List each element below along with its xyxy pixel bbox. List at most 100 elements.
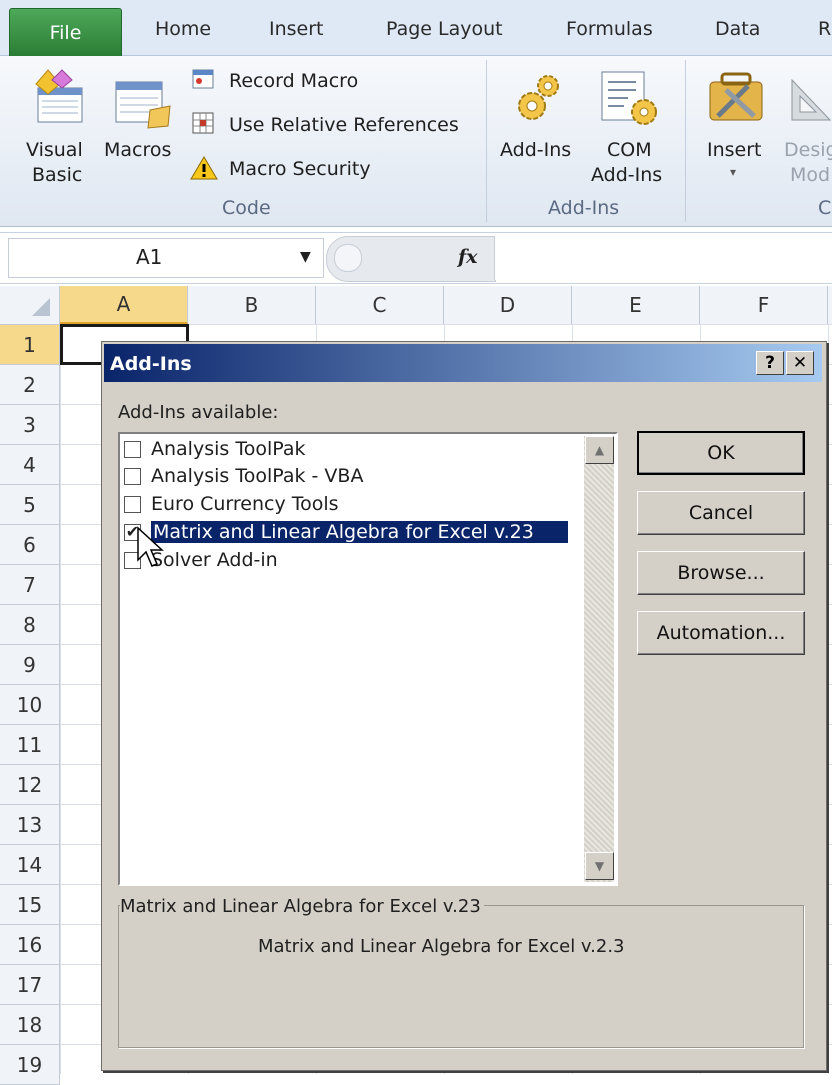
row-header[interactable]: 9 bbox=[0, 645, 60, 685]
com-add-ins-button[interactable] bbox=[598, 70, 662, 130]
browse-button[interactable]: Browse... bbox=[637, 551, 805, 595]
dialog-title: Add-Ins bbox=[110, 353, 192, 375]
add-ins-button[interactable] bbox=[514, 72, 566, 124]
column-header-e[interactable]: E bbox=[572, 286, 700, 324]
column-header-b[interactable]: B bbox=[188, 286, 316, 324]
dialog-title-bar[interactable] bbox=[104, 344, 822, 382]
tab-file[interactable]: File bbox=[9, 8, 122, 56]
insert-control-label: Insert bbox=[707, 139, 762, 161]
add-ins-group-label: Add-Ins bbox=[548, 197, 620, 219]
row-header[interactable]: 4 bbox=[0, 445, 60, 485]
relative-references-icon bbox=[192, 112, 214, 134]
scroll-down-button[interactable]: ▼ bbox=[585, 852, 614, 880]
record-macro-button[interactable]: Record Macro bbox=[229, 69, 358, 93]
row-header[interactable]: 16 bbox=[0, 925, 60, 965]
list-item[interactable]: Euro Currency Tools bbox=[124, 491, 339, 517]
list-item[interactable]: Analysis ToolPak - VBA bbox=[124, 463, 363, 489]
list-item-label: Euro Currency Tools bbox=[151, 493, 339, 515]
visual-basic-button[interactable] bbox=[26, 66, 90, 126]
scroll-up-button[interactable]: ▲ bbox=[585, 436, 614, 464]
design-mode-button[interactable] bbox=[788, 70, 832, 126]
automation-button[interactable]: Automation... bbox=[637, 611, 805, 655]
close-button[interactable]: ✕ bbox=[786, 351, 814, 375]
row-header[interactable]: 19 bbox=[0, 1045, 60, 1085]
description-groupbox bbox=[118, 905, 804, 1048]
tab-page-layout[interactable]: Page Layout bbox=[386, 18, 503, 40]
row-header[interactable]: 2 bbox=[0, 365, 60, 405]
row-header[interactable]: 11 bbox=[0, 725, 60, 765]
checkbox[interactable] bbox=[124, 467, 141, 485]
checkbox[interactable] bbox=[124, 440, 141, 458]
macro-security-button[interactable]: Macro Security bbox=[229, 157, 371, 181]
tab-home[interactable]: Home bbox=[155, 18, 211, 40]
design-mode-label-1: Desig bbox=[784, 139, 832, 161]
column-header-d[interactable]: D bbox=[444, 286, 572, 324]
help-button[interactable]: ? bbox=[756, 351, 784, 375]
list-item-label: Matrix and Linear Algebra for Excel v.23 bbox=[150, 520, 569, 544]
use-relative-references-button[interactable]: Use Relative References bbox=[229, 113, 459, 137]
name-box-value: A1 bbox=[136, 245, 163, 269]
name-box[interactable] bbox=[8, 238, 324, 278]
toolbox-icon bbox=[709, 72, 763, 121]
visual-basic-label-2: Basic bbox=[32, 164, 83, 186]
insert-function-button[interactable]: fx bbox=[458, 245, 478, 269]
row-header[interactable]: 17 bbox=[0, 965, 60, 1005]
macros-label: Macros bbox=[104, 139, 172, 161]
list-item-label: Analysis ToolPak - VBA bbox=[151, 465, 364, 487]
mouse-cursor-icon bbox=[136, 526, 164, 572]
description-title: Matrix and Linear Algebra for Excel v.23 bbox=[120, 895, 484, 919]
row-header[interactable]: 10 bbox=[0, 685, 60, 725]
row-header[interactable]: 5 bbox=[0, 485, 60, 525]
listbox-scrollbar[interactable] bbox=[584, 436, 614, 882]
design-mode-label-2: Mod bbox=[790, 164, 831, 186]
row-header[interactable]: 1 bbox=[0, 325, 60, 365]
name-box-dropdown-icon[interactable]: ▼ bbox=[300, 245, 311, 269]
checkbox[interactable] bbox=[124, 495, 141, 513]
row-header[interactable]: 13 bbox=[0, 805, 60, 845]
row-header[interactable]: 7 bbox=[0, 565, 60, 605]
group-separator bbox=[685, 60, 686, 222]
ok-button[interactable]: OK bbox=[637, 431, 805, 475]
record-macro-icon bbox=[192, 68, 214, 90]
tab-insert[interactable]: Insert bbox=[269, 18, 324, 40]
tab-review[interactable]: R bbox=[818, 18, 831, 40]
visual-basic-label-1: Visual bbox=[26, 139, 83, 161]
tab-formulas[interactable]: Formulas bbox=[566, 18, 653, 40]
expand-icon[interactable] bbox=[334, 244, 362, 272]
description-text: Matrix and Linear Algebra for Excel v.2.… bbox=[258, 936, 625, 957]
row-header[interactable]: 15 bbox=[0, 885, 60, 925]
macros-icon bbox=[115, 81, 171, 129]
formula-input[interactable] bbox=[494, 236, 832, 280]
controls-group-label: C bbox=[818, 197, 832, 219]
cancel-button[interactable]: Cancel bbox=[637, 491, 805, 535]
code-group-label: Code bbox=[222, 197, 271, 219]
row-header[interactable]: 3 bbox=[0, 405, 60, 445]
list-item-label: Analysis ToolPak bbox=[151, 438, 306, 460]
warning-icon bbox=[190, 155, 218, 181]
com-label-1: COM bbox=[607, 139, 652, 161]
gears-icon bbox=[518, 75, 559, 120]
group-separator bbox=[486, 60, 487, 222]
com-add-ins-icon bbox=[601, 71, 657, 125]
column-header-f[interactable]: F bbox=[700, 286, 828, 324]
design-mode-icon bbox=[791, 78, 832, 121]
add-ins-label: Add-Ins bbox=[500, 139, 572, 161]
chevron-down-icon: ▾ bbox=[730, 165, 737, 179]
list-item[interactable]: Analysis ToolPak bbox=[124, 436, 305, 462]
tab-data[interactable]: Data bbox=[715, 18, 760, 40]
select-all-button[interactable] bbox=[0, 286, 60, 324]
column-header-a[interactable]: A bbox=[60, 286, 188, 324]
macros-button[interactable] bbox=[112, 76, 174, 132]
list-item-label: Solver Add-in bbox=[151, 549, 278, 571]
visual-basic-icon bbox=[35, 69, 83, 123]
insert-control-button[interactable] bbox=[704, 66, 768, 128]
row-header[interactable]: 14 bbox=[0, 845, 60, 885]
add-ins-available-label: Add-Ins available: bbox=[118, 402, 279, 423]
column-header-c[interactable]: C bbox=[316, 286, 444, 324]
row-header[interactable]: 12 bbox=[0, 765, 60, 805]
list-item-selected[interactable]: ✔ Matrix and Linear Algebra for Excel v.… bbox=[124, 519, 569, 545]
com-label-2: Add-Ins bbox=[591, 164, 663, 186]
row-header[interactable]: 18 bbox=[0, 1005, 60, 1045]
row-header[interactable]: 8 bbox=[0, 605, 60, 645]
row-header[interactable]: 6 bbox=[0, 525, 60, 565]
